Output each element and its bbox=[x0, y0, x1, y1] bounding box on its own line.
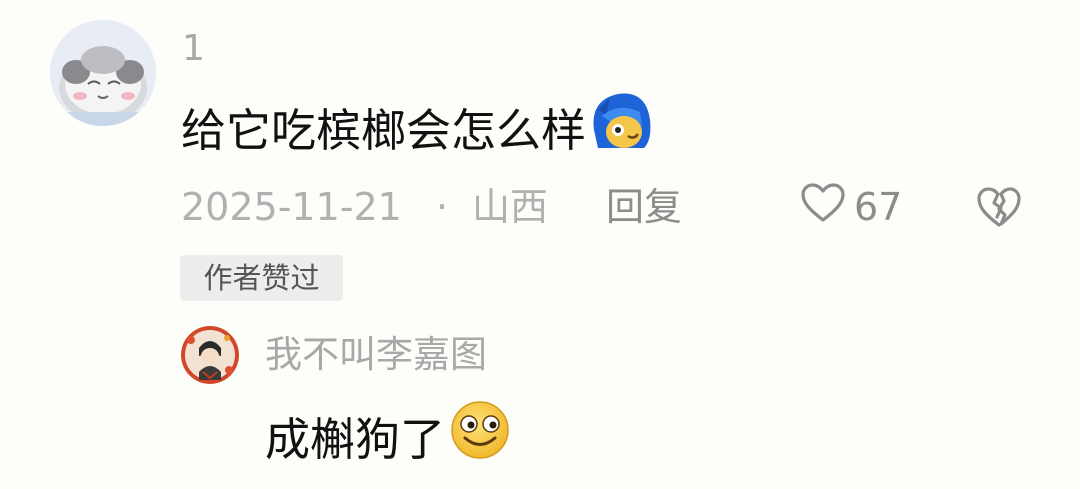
comment-username[interactable]: 1 bbox=[182, 26, 205, 72]
reply-text-line: 成槲狗了 bbox=[265, 400, 513, 466]
like-count: 67 bbox=[854, 185, 903, 229]
reply-button[interactable]: 回复 bbox=[606, 182, 682, 232]
grinning-yellow-face-emoji-icon bbox=[447, 399, 513, 472]
reply-username[interactable]: 我不叫李嘉图 bbox=[265, 330, 487, 380]
reply-text: 成槲狗了 bbox=[265, 412, 446, 466]
comment-location: 山西 bbox=[472, 185, 549, 229]
author-liked-badge: 作者赞过 bbox=[180, 255, 343, 301]
reply-avatar[interactable] bbox=[181, 326, 239, 384]
meta-separator: · bbox=[436, 185, 449, 229]
like-button[interactable]: 67 bbox=[800, 182, 902, 232]
comment-text: 给它吃槟榔会怎么样 bbox=[181, 103, 587, 157]
comment-date: 2025-11-21 bbox=[181, 185, 402, 229]
avatar[interactable] bbox=[50, 20, 156, 126]
comment-thread: 1 给它吃槟榔会怎么样 2025-11-21 · 山西 回复 67 作者赞过 我… bbox=[0, 0, 1080, 489]
heart-outline-icon bbox=[800, 182, 854, 233]
broken-heart-icon bbox=[974, 187, 1024, 235]
dislike-button[interactable] bbox=[974, 183, 1024, 231]
blue-hair-cartoon-emoji-icon bbox=[588, 90, 654, 163]
comment-text-line: 给它吃槟榔会怎么样 bbox=[181, 93, 654, 157]
